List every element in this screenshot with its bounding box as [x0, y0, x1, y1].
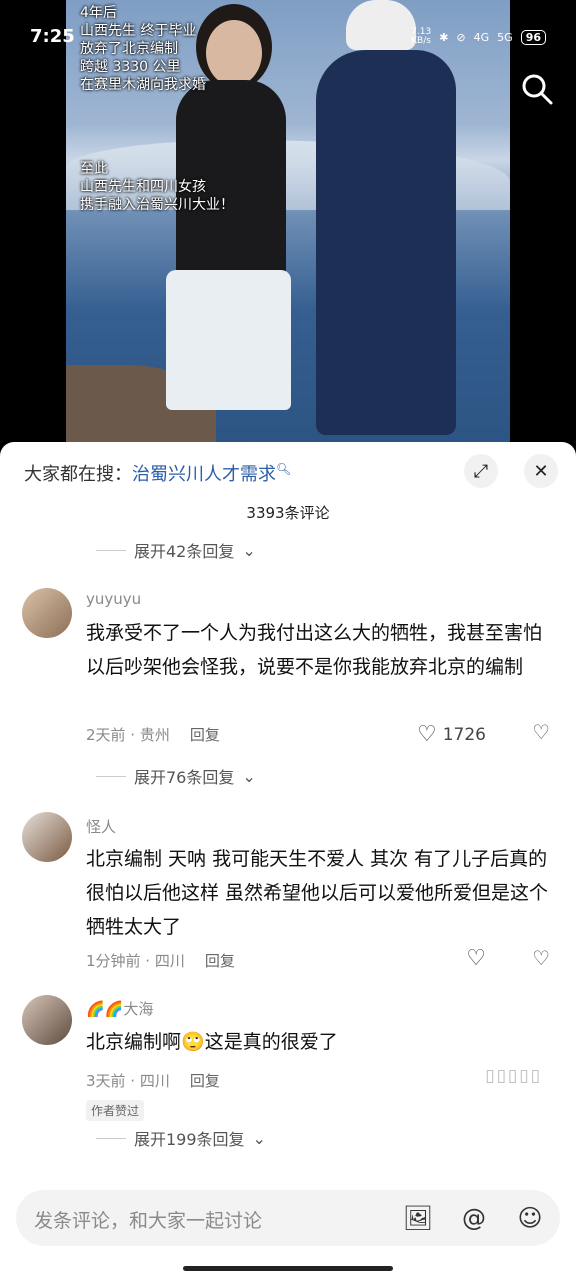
comment-username[interactable]: 怪人 — [86, 816, 116, 837]
mention-icon[interactable]: @ — [458, 1202, 490, 1234]
emoji-icon[interactable]: ☺ — [514, 1202, 546, 1234]
comment-count: 3393条评论 — [246, 504, 330, 522]
comment-text: 我承受不了一个人为我付出这么大的牺牲，我甚至害怕以后吵架他会怪我，说要不是你我能… — [86, 622, 543, 678]
image-icon[interactable]: 🖼︎ — [402, 1202, 434, 1234]
avatar[interactable] — [22, 588, 72, 638]
search-suggestion[interactable]: 大家都在搜：治蜀兴川人才需求🔍︎ — [24, 460, 291, 486]
heart-icon: ♡ — [466, 946, 486, 971]
reply-button[interactable]: 回复 — [190, 726, 220, 744]
rolling-eyes-emoji: 🙄 — [181, 1031, 205, 1053]
expand-replies[interactable]: 展开76条回复 ⌄ — [96, 764, 256, 788]
comment-text: 北京编制啊🙄这是真的很爱了 — [86, 1031, 338, 1053]
search-query-link[interactable]: 治蜀兴川人才需求 — [132, 464, 276, 485]
author-liked-badge: 作者赞过 — [86, 1100, 145, 1121]
heart-icon: ♡ — [417, 722, 437, 747]
comment-input-bar[interactable]: 发条评论，和大家一起讨论 🖼︎ @ ☺ — [16, 1190, 560, 1246]
bluetooth-icon: ✱ — [439, 30, 449, 44]
like-button[interactable]: ♡ — [466, 946, 486, 971]
close-icon[interactable]: ✕ — [524, 454, 558, 488]
status-time: 7:25 — [30, 26, 75, 47]
home-indicator[interactable] — [183, 1266, 393, 1271]
search-icon[interactable] — [520, 72, 554, 106]
dislike-icon[interactable]: ♡ — [532, 946, 550, 970]
avatar[interactable] — [22, 995, 72, 1045]
comment-input-placeholder[interactable]: 发条评论，和大家一起讨论 — [34, 1206, 262, 1233]
video-caption-2: 至此 山西先生和四川女孩 携手融入治蜀兴川大业！ — [80, 161, 234, 213]
video-player[interactable]: 4年后 山西先生 终于毕业 放弃了北京编制 跨越 3330 公里 在赛里木湖向我… — [0, 0, 576, 445]
expand-icon[interactable]: ⤢ — [464, 454, 498, 488]
net-speed: 7.13 KB/s — [411, 27, 432, 46]
chevron-down-icon: ⌄ — [242, 766, 256, 786]
link-icon: ⊘ — [456, 30, 466, 44]
chevron-down-icon: ⌄ — [242, 540, 256, 560]
signal-4g: 4G — [473, 30, 490, 44]
man-figure — [296, 0, 456, 440]
dislike-icon[interactable]: ♡ — [532, 720, 550, 744]
comment-sheet: 大家都在搜：治蜀兴川人才需求🔍︎ ⤢ ✕ 3393条评论 展开42条回复 ⌄ yu… — [0, 442, 576, 1280]
expand-replies[interactable]: 展开199条回复 ⌄ — [96, 1126, 266, 1150]
reply-button[interactable]: 回复 — [205, 952, 235, 970]
search-small-icon: 🔍︎ — [276, 462, 292, 476]
battery: 96 — [520, 29, 546, 45]
video-caption-1: 4年后 山西先生 终于毕业 放弃了北京编制 跨越 3330 公里 在赛里木湖向我… — [80, 5, 206, 93]
reply-button[interactable]: 回复 — [190, 1072, 220, 1090]
comment-meta: 1分钟前 · 四川 回复 — [86, 952, 235, 970]
comment-username[interactable]: yuyuyu — [86, 590, 141, 608]
comment-meta: 3天前 · 四川 回复 — [86, 1072, 220, 1090]
like-button-loading[interactable]: ▯▯▯▯▯ — [485, 1066, 542, 1086]
comment-meta: 2天前 · 贵州 回复 — [86, 726, 220, 744]
signal-5g: 5G — [497, 30, 513, 44]
comment-text: 北京编制 天呐 我可能天生不爱人 其次 有了儿子后真的很怕以后他这样 虽然希望他… — [86, 848, 549, 938]
expand-replies[interactable]: 展开42条回复 ⌄ — [96, 538, 256, 562]
avatar[interactable] — [22, 812, 72, 862]
chevron-down-icon: ⌄ — [252, 1128, 266, 1148]
comment-username[interactable]: 🌈🌈大海 — [86, 998, 153, 1019]
status-icons: 7.13 KB/s ✱ ⊘ 4G 5G 96 — [411, 28, 546, 46]
like-button[interactable]: ♡ 1726 — [417, 722, 486, 747]
